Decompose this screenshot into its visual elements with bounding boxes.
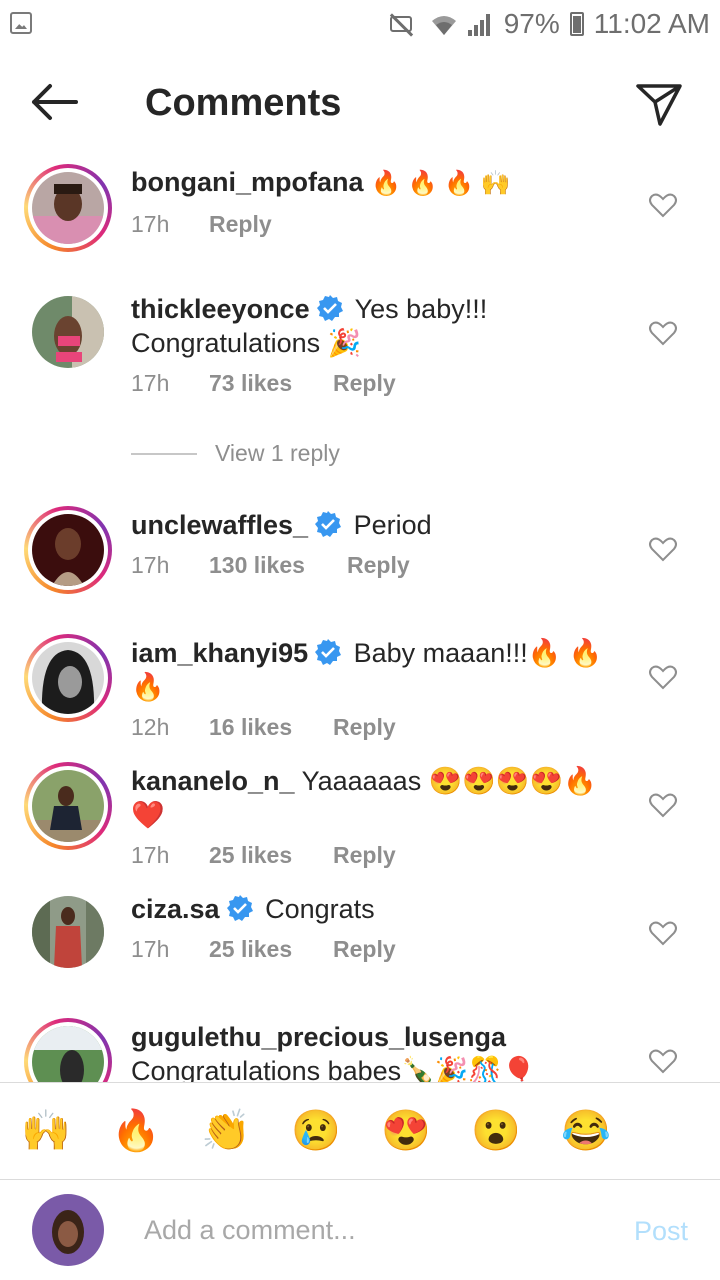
arrow-left-icon bbox=[32, 84, 78, 120]
divider bbox=[131, 452, 197, 455]
comment-username[interactable]: bongani_mpofana bbox=[131, 167, 364, 197]
clock: 11:02 AM bbox=[593, 8, 710, 39]
verified-badge-icon bbox=[316, 295, 343, 321]
header: Comments bbox=[0, 48, 720, 158]
comment-item: ciza.sa Congrats 17h 25 likes Reply bbox=[0, 892, 720, 1002]
heart-icon[interactable] bbox=[648, 662, 678, 692]
battery-icon bbox=[569, 12, 584, 36]
emoji-surprised-button[interactable]: 😮 bbox=[470, 1105, 522, 1157]
avatar bbox=[32, 514, 104, 586]
comment-likes[interactable]: 130 likes bbox=[209, 552, 347, 579]
heart-icon[interactable] bbox=[648, 318, 678, 348]
avatar-story-ring[interactable] bbox=[24, 164, 112, 252]
comment-username[interactable]: gugulethu_precious_lusenga bbox=[131, 1022, 506, 1052]
avatar-story-ring[interactable] bbox=[24, 1018, 112, 1082]
comment-username[interactable]: iam_khanyi95 bbox=[131, 638, 308, 668]
back-button[interactable] bbox=[28, 80, 80, 124]
comment-item: kananelo_n_ Yaaaaaas 😍😍😍😍🔥❤️ 17h 25 like… bbox=[0, 762, 720, 874]
avatar-story-ring[interactable] bbox=[24, 762, 112, 850]
heart-icon[interactable] bbox=[648, 534, 678, 564]
emoji-laughing-button[interactable]: 😂 bbox=[560, 1105, 612, 1157]
emoji-raising-hands-button[interactable]: 🙌 bbox=[20, 1105, 72, 1157]
avatar bbox=[32, 172, 104, 244]
comment-body: iam_khanyi95 Baby maaan!!!🔥 🔥 🔥 12h 16 l… bbox=[131, 636, 624, 741]
heart-icon[interactable] bbox=[648, 790, 678, 820]
comment-item: gugulethu_precious_lusenga Congratulatio… bbox=[0, 1018, 720, 1082]
reply-button[interactable]: Reply bbox=[333, 936, 396, 963]
comment-item: unclewaffles_ Period 17h 130 likes Reply bbox=[0, 506, 720, 618]
status-bar: 97% 11:02 AM bbox=[0, 0, 720, 48]
mute-icon bbox=[386, 11, 420, 37]
avatar bbox=[32, 642, 104, 714]
comment-likes[interactable]: 16 likes bbox=[209, 714, 333, 741]
comment-time: 17h bbox=[131, 842, 170, 868]
verified-badge-icon bbox=[315, 639, 342, 665]
status-icons: 97% 11:02 AM bbox=[386, 6, 710, 42]
reply-button[interactable]: Reply bbox=[333, 714, 396, 741]
comments-list[interactable]: bongani_mpofana 🔥 🔥 🔥 🙌 17h Reply thickl… bbox=[0, 158, 720, 1082]
verified-badge-icon bbox=[226, 895, 253, 921]
quick-emoji-bar: 🙌 🔥 👏 😢 😍 😮 😂 bbox=[0, 1082, 720, 1180]
comment-time: 17h bbox=[131, 370, 170, 396]
comment-text: Period bbox=[353, 510, 432, 540]
comment-text: 🔥 🔥 🔥 🙌 bbox=[371, 170, 511, 197]
avatar bbox=[32, 1026, 104, 1082]
send-button[interactable] bbox=[634, 78, 684, 128]
reply-button[interactable]: Reply bbox=[333, 842, 396, 869]
comment-body: gugulethu_precious_lusenga Congratulatio… bbox=[131, 1020, 624, 1082]
emoji-fire-button[interactable]: 🔥 bbox=[110, 1105, 162, 1157]
comment-body: thickleeyonce Yes baby!!! Congratulation… bbox=[131, 292, 624, 397]
heart-icon[interactable] bbox=[648, 1046, 678, 1076]
comment-username[interactable]: ciza.sa bbox=[131, 894, 220, 924]
comment-username[interactable]: unclewaffles_ bbox=[131, 510, 308, 540]
view-replies-label: View 1 reply bbox=[215, 440, 340, 466]
reply-button[interactable]: Reply bbox=[209, 211, 272, 238]
comment-body: kananelo_n_ Yaaaaaas 😍😍😍😍🔥❤️ 17h 25 like… bbox=[131, 764, 624, 869]
comment-time: 17h bbox=[131, 936, 170, 962]
image-notification-icon bbox=[10, 12, 32, 34]
signal-icon bbox=[467, 12, 494, 36]
comment-item: thickleeyonce Yes baby!!! Congratulation… bbox=[0, 292, 720, 442]
wifi-icon bbox=[430, 12, 458, 36]
view-replies-button[interactable]: View 1 reply bbox=[131, 440, 340, 467]
comment-body: unclewaffles_ Period 17h 130 likes Reply bbox=[131, 508, 624, 579]
battery-percent: 97% bbox=[503, 8, 560, 39]
comment-likes[interactable]: 25 likes bbox=[209, 936, 333, 963]
heart-icon[interactable] bbox=[648, 190, 678, 220]
emoji-clap-button[interactable]: 👏 bbox=[200, 1105, 252, 1157]
avatar[interactable] bbox=[32, 896, 104, 968]
page-title: Comments bbox=[145, 82, 342, 124]
reply-button[interactable]: Reply bbox=[347, 552, 410, 579]
comment-composer: Post bbox=[0, 1180, 720, 1280]
comment-time: 12h bbox=[131, 714, 170, 740]
avatar-story-ring[interactable] bbox=[24, 506, 112, 594]
verified-badge-icon bbox=[315, 511, 342, 537]
comment-item: iam_khanyi95 Baby maaan!!!🔥 🔥 🔥 12h 16 l… bbox=[0, 634, 720, 746]
comment-username[interactable]: kananelo_n_ bbox=[131, 766, 295, 796]
comment-text-line2: Congratulations 🎉 bbox=[131, 328, 362, 358]
avatar-story-ring[interactable] bbox=[24, 634, 112, 722]
comment-username[interactable]: thickleeyonce bbox=[131, 294, 310, 324]
comment-time: 17h bbox=[131, 552, 170, 578]
comment-text: Congrats bbox=[265, 894, 375, 924]
emoji-heart-eyes-button[interactable]: 😍 bbox=[380, 1105, 432, 1157]
avatar[interactable] bbox=[32, 296, 104, 368]
send-icon bbox=[636, 84, 682, 126]
comment-likes[interactable]: 25 likes bbox=[209, 842, 333, 869]
reply-button[interactable]: Reply bbox=[333, 370, 396, 397]
comment-body: ciza.sa Congrats 17h 25 likes Reply bbox=[131, 892, 624, 963]
comment-item: bongani_mpofana 🔥 🔥 🔥 🙌 17h Reply bbox=[0, 160, 720, 270]
comment-body: bongani_mpofana 🔥 🔥 🔥 🙌 17h Reply bbox=[131, 165, 624, 238]
comment-text: Yes baby!!! bbox=[354, 294, 488, 324]
comment-text-line2: Congratulations babes🍾🎉🎊🎈 bbox=[131, 1056, 536, 1082]
heart-icon[interactable] bbox=[648, 918, 678, 948]
comment-likes[interactable]: 73 likes bbox=[209, 370, 333, 397]
comment-input[interactable] bbox=[144, 1210, 594, 1250]
emoji-crying-button[interactable]: 😢 bbox=[290, 1105, 342, 1157]
avatar bbox=[32, 770, 104, 842]
post-button[interactable]: Post bbox=[634, 1216, 688, 1247]
my-avatar bbox=[32, 1194, 104, 1266]
comment-time: 17h bbox=[131, 211, 170, 237]
